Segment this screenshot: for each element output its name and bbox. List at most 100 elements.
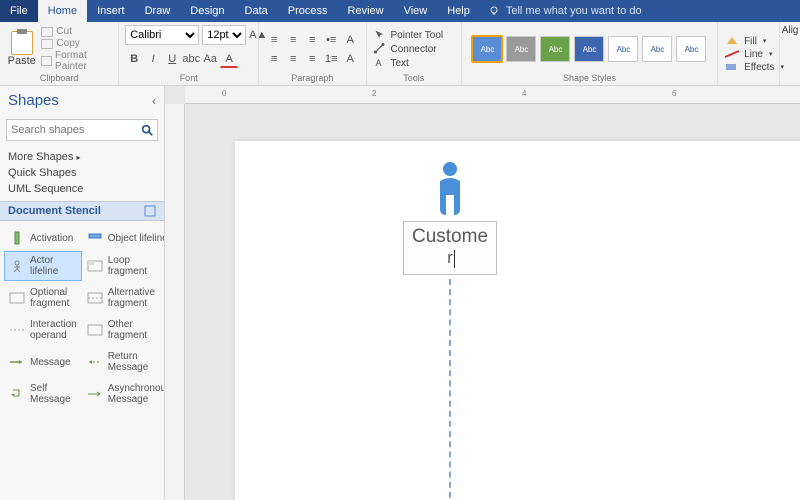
text-tool-button[interactable]: A Text xyxy=(373,57,444,69)
shape-thumb-icon xyxy=(9,387,25,401)
style-swatch-2[interactable]: Abc xyxy=(540,36,570,62)
bullets-button[interactable]: •≡ xyxy=(322,31,340,49)
style-swatch-1[interactable]: Abc xyxy=(506,36,536,62)
format-painter-button[interactable]: Format Painter xyxy=(41,50,112,72)
tab-help[interactable]: Help xyxy=(437,0,480,22)
stencil-header[interactable]: Document Stencil xyxy=(0,201,164,221)
actor-label-editor[interactable]: Custome r xyxy=(403,221,497,275)
drawing-page[interactable]: Custome r xyxy=(235,141,800,500)
lifeline-dashed[interactable] xyxy=(449,279,451,500)
effects-button[interactable]: Effects▾ xyxy=(724,62,784,73)
align-middle-button[interactable]: ≡ xyxy=(284,50,302,68)
shape-item-actor-lifeline[interactable]: Actor lifeline xyxy=(4,251,82,281)
style-swatch-4[interactable]: Abc xyxy=(608,36,638,62)
italic-button[interactable]: I xyxy=(144,50,162,68)
shape-thumb-icon xyxy=(87,323,103,337)
tab-draw[interactable]: Draw xyxy=(135,0,181,22)
group-label-tools: Tools xyxy=(373,73,455,85)
cut-icon xyxy=(41,27,53,37)
shape-item-asynchronous-message[interactable]: Asynchronous Message xyxy=(82,379,164,409)
style-swatch-6[interactable]: Abc xyxy=(676,36,706,62)
paste-label: Paste xyxy=(8,55,36,67)
search-shapes-input[interactable] xyxy=(6,119,158,141)
paste-icon xyxy=(11,31,33,55)
stencil-menu-icon[interactable] xyxy=(144,205,156,217)
pointer-tool-button[interactable]: Pointer Tool xyxy=(373,29,444,41)
ruler-vertical xyxy=(165,104,185,500)
font-size-select[interactable]: 12pt. xyxy=(202,25,246,45)
tab-file[interactable]: File xyxy=(0,0,38,22)
shape-thumb-icon xyxy=(87,291,103,305)
cut-button[interactable]: Cut xyxy=(41,26,112,37)
tab-data[interactable]: Data xyxy=(235,0,278,22)
outdent-button[interactable]: A xyxy=(341,50,359,68)
collapse-panel-button[interactable]: ‹ xyxy=(152,94,156,108)
style-swatch-5[interactable]: Abc xyxy=(642,36,672,62)
align-bottom-button[interactable]: ≡ xyxy=(303,50,321,68)
canvas[interactable]: 0 2 4 6 Custome r xyxy=(165,86,800,500)
shape-item-alternative-fragment[interactable]: Alternative fragment xyxy=(82,283,164,313)
tab-design[interactable]: Design xyxy=(180,0,234,22)
shapes-panel-title: Shapes xyxy=(8,92,59,109)
underline-button[interactable]: U xyxy=(163,50,181,68)
tab-home[interactable]: Home xyxy=(38,0,87,22)
shape-style-gallery[interactable]: AbcAbcAbcAbcAbcAbcAbc xyxy=(472,36,706,62)
group-effects: Fill▾ Line▾ Effects▾ xyxy=(718,22,780,85)
indent-button[interactable]: A xyxy=(341,31,359,49)
shape-item-message[interactable]: Message xyxy=(4,347,82,377)
shape-item-other-fragment[interactable]: Other fragment xyxy=(82,315,164,345)
fill-icon xyxy=(724,36,740,46)
tab-view[interactable]: View xyxy=(394,0,438,22)
tab-insert[interactable]: Insert xyxy=(87,0,135,22)
font-color-button[interactable]: A xyxy=(220,50,238,68)
align-center-button[interactable]: ≡ xyxy=(284,31,302,49)
numbering-button[interactable]: 1≡ xyxy=(322,50,340,68)
group-clipboard: Paste Cut Copy Format Painter Clipboard xyxy=(0,22,119,85)
align-top-button[interactable]: ≡ xyxy=(265,50,283,68)
shape-thumb-icon xyxy=(87,355,103,369)
tab-review[interactable]: Review xyxy=(338,0,394,22)
copy-button[interactable]: Copy xyxy=(41,38,112,49)
bold-button[interactable]: B xyxy=(125,50,143,68)
actor-label-line1: Custome xyxy=(406,226,494,248)
shape-item-return-message[interactable]: Return Message xyxy=(82,347,164,377)
group-paragraph: ≡ ≡ ≡ •≡ A ≡ ≡ ≡ 1≡ A Paragraph xyxy=(259,22,366,85)
ruler-horizontal: 0 2 4 6 xyxy=(185,86,800,104)
font-name-select[interactable]: Calibri xyxy=(125,25,199,45)
tell-me-search[interactable]: Tell me what you want to do xyxy=(488,0,642,22)
actor-label-line2: r xyxy=(447,248,453,268)
paste-button[interactable]: Paste xyxy=(6,31,37,67)
align-button[interactable]: Alig xyxy=(782,25,799,36)
tab-process[interactable]: Process xyxy=(278,0,338,22)
fill-button[interactable]: Fill▾ xyxy=(724,36,784,47)
shape-item-activation[interactable]: Activation xyxy=(4,227,82,249)
style-swatch-3[interactable]: Abc xyxy=(574,36,604,62)
shape-thumb-icon xyxy=(87,259,103,273)
uml-sequence-link[interactable]: UML Sequence xyxy=(8,183,156,195)
shape-thumb-icon xyxy=(9,355,25,369)
font-size-dropdown[interactable]: Aa xyxy=(201,50,219,68)
actor-shape[interactable] xyxy=(430,161,470,217)
line-icon xyxy=(724,49,740,59)
strike-button[interactable]: abc xyxy=(182,50,200,68)
shape-item-self-message[interactable]: Self Message xyxy=(4,379,82,409)
style-swatch-0[interactable]: Abc xyxy=(472,36,502,62)
group-arrange: Alig xyxy=(780,22,800,85)
shape-item-interaction-operand[interactable]: Interaction operand xyxy=(4,315,82,345)
chevron-down-icon: ▾ xyxy=(769,50,773,58)
connector-icon xyxy=(373,43,387,55)
align-left-button[interactable]: ≡ xyxy=(265,31,283,49)
align-right-button[interactable]: ≡ xyxy=(303,31,321,49)
search-icon[interactable] xyxy=(140,123,154,137)
group-tools: Pointer Tool Connector A Text Tools xyxy=(367,22,462,85)
shape-item-optional-fragment[interactable]: Optional fragment xyxy=(4,283,82,313)
shape-item-object-lifeline[interactable]: Object lifeline xyxy=(82,227,164,249)
more-shapes-link[interactable]: More Shapes ▸ xyxy=(8,151,156,163)
ribbon: Paste Cut Copy Format Painter Clipboard … xyxy=(0,22,800,86)
copy-icon xyxy=(41,39,53,49)
shape-item-loop-fragment[interactable]: Loop fragment xyxy=(82,251,164,281)
quick-shapes-link[interactable]: Quick Shapes xyxy=(8,167,156,179)
tell-me-label: Tell me what you want to do xyxy=(506,5,642,17)
line-button[interactable]: Line▾ xyxy=(724,49,784,60)
connector-tool-button[interactable]: Connector xyxy=(373,43,444,55)
